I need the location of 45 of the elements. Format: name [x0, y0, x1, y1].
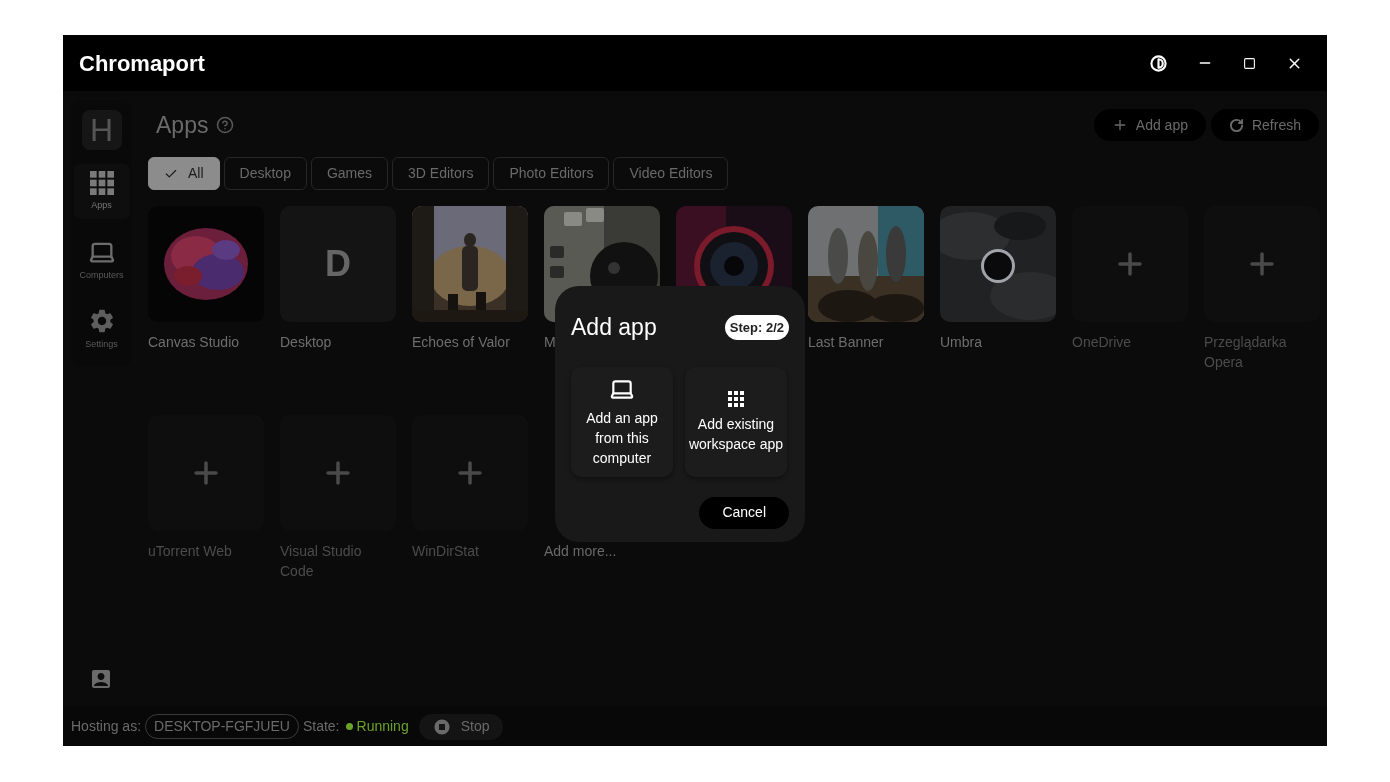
- option-card[interactable]: Add an app from this computer: [571, 366, 673, 477]
- hosting-label: Hosting as:: [71, 717, 142, 736]
- filter-chip[interactable]: 3D Editors: [392, 157, 490, 190]
- header-button[interactable]: Add app: [1093, 109, 1206, 141]
- header-button[interactable]: Refresh: [1210, 109, 1319, 141]
- option-card[interactable]: Add existing workspace app: [685, 366, 787, 477]
- maximize-icon[interactable]: [1243, 56, 1256, 70]
- sidebar-item[interactable]: Settings: [73, 302, 130, 357]
- stop-icon: [432, 717, 451, 736]
- contrast-icon[interactable]: [1150, 54, 1167, 72]
- app-name: Visual Studio Code: [280, 542, 363, 581]
- app-name: OneDrive: [1072, 333, 1132, 352]
- sidebar-item[interactable]: Apps: [73, 164, 130, 219]
- account-icon[interactable]: [89, 667, 113, 691]
- filter-chip[interactable]: Video Editors: [613, 157, 729, 190]
- step-indicator: Step: 2/2: [724, 314, 789, 340]
- grid-icon: [727, 389, 745, 408]
- app-name: M: [544, 333, 556, 352]
- filter-chip[interactable]: Games: [310, 157, 389, 190]
- filter-chip[interactable]: All: [148, 157, 220, 190]
- filter-chip[interactable]: Photo Editors: [493, 157, 610, 190]
- app-name: Echoes of Valor: [412, 333, 510, 352]
- app-name: Przeglądarka Opera: [1204, 333, 1288, 372]
- dialog-title: Add app: [571, 313, 657, 342]
- state-value: Running: [356, 717, 409, 736]
- help-icon[interactable]: [216, 116, 235, 134]
- app-name: WinDirStat: [412, 542, 479, 561]
- sidebar-item[interactable]: Computers: [73, 233, 130, 288]
- page-title: Apps: [156, 110, 209, 140]
- app-name: Desktop: [280, 333, 332, 352]
- app-name: Last Banner: [808, 333, 884, 352]
- app-name: Canvas Studio: [148, 333, 240, 352]
- state-label: State:: [302, 717, 340, 736]
- cancel-button[interactable]: Cancel: [699, 496, 789, 529]
- app-tile[interactable]: D: [280, 206, 396, 322]
- avatar: H: [81, 110, 122, 150]
- app-title: Chromaport: [79, 49, 205, 78]
- refresh-icon: [1228, 117, 1244, 133]
- stop-button[interactable]: Stop: [418, 713, 504, 740]
- app-name: uTorrent Web: [148, 542, 232, 561]
- app-name: Add more...: [544, 542, 617, 561]
- app-name: Umbra: [940, 333, 982, 352]
- filter-chip[interactable]: Desktop: [223, 157, 307, 190]
- grid-icon: [88, 170, 115, 197]
- app-letter: D: [325, 242, 351, 286]
